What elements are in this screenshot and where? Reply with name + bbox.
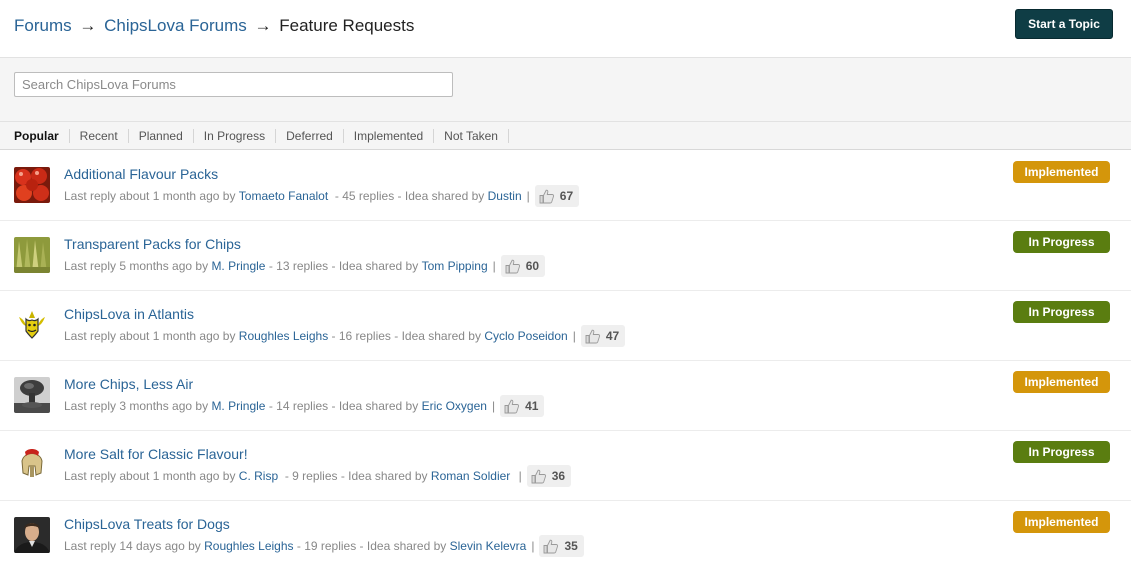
topic-title-link[interactable]: Transparent Packs for Chips	[64, 236, 241, 252]
replies-text: - 16 replies - Idea shared by	[331, 329, 481, 343]
topic-meta: Last reply about 1 month ago by Roughles…	[64, 325, 626, 347]
tab-planned[interactable]: Planned	[129, 128, 194, 143]
idea-author-link[interactable]: Eric Oxygen	[422, 399, 487, 413]
tomatoes-avatar[interactable]	[14, 167, 50, 203]
topic-meta: Last reply about 1 month ago by C. Risp …	[64, 465, 572, 487]
idea-author-link[interactable]: Roman Soldier	[431, 469, 510, 483]
last-reply-text: Last reply 3 months ago by	[64, 399, 209, 413]
breadcrumb-chipslova-link[interactable]: ChipsLova Forums	[104, 16, 247, 35]
topic-row: Additional Flavour Packs Last reply abou…	[0, 151, 1131, 221]
replies-text: - 45 replies - Idea shared by	[334, 189, 485, 203]
filter-tabs: Popular Recent Planned In Progress Defer…	[0, 122, 1131, 150]
topic-row: More Salt for Classic Flavour! Last repl…	[0, 431, 1131, 501]
trident-emblem-avatar[interactable]	[14, 307, 50, 343]
breadcrumb: Forums → ChipsLova Forums → Feature Requ…	[14, 16, 414, 36]
start-topic-button[interactable]: Start a Topic	[1015, 9, 1113, 39]
search-input[interactable]	[14, 72, 453, 97]
roman-helmet-avatar[interactable]	[14, 447, 50, 483]
vote-count: 47	[605, 329, 620, 343]
replies-text: - 13 replies - Idea shared by	[268, 259, 419, 273]
vote-count: 67	[559, 189, 574, 203]
vote-count: 41	[525, 399, 539, 413]
topic-title-link[interactable]: More Salt for Classic Flavour!	[64, 446, 248, 462]
topic-meta: Last reply 3 months ago by M. Pringle - …	[64, 395, 545, 417]
last-reply-text: Last reply about 1 month ago by	[64, 189, 236, 203]
topic-title-link[interactable]: More Chips, Less Air	[64, 376, 193, 392]
last-reply-text: Last reply 14 days ago by	[64, 539, 201, 553]
vote-button[interactable]: 36	[526, 465, 572, 487]
topic-title-link[interactable]: Additional Flavour Packs	[64, 166, 218, 182]
thumbs-up-icon	[531, 469, 546, 483]
status-badge: Implemented	[1013, 371, 1110, 393]
status-badge: Implemented	[1013, 511, 1110, 533]
last-reply-text: Last reply about 1 month ago by	[64, 329, 236, 343]
mushroom-cloud-avatar[interactable]	[14, 377, 50, 413]
last-reply-user-link[interactable]: C. Risp	[239, 469, 278, 483]
breadcrumb-forums-link[interactable]: Forums	[14, 16, 72, 35]
chips-avatar[interactable]	[14, 237, 50, 273]
topic-row: ChipsLova in Atlantis Last reply about 1…	[0, 291, 1131, 361]
replies-text: - 14 replies - Idea shared by	[268, 399, 419, 413]
breadcrumb-separator: →	[79, 16, 97, 35]
tab-in-progress[interactable]: In Progress	[194, 128, 277, 143]
idea-author-link[interactable]: Tom Pipping	[422, 259, 488, 273]
topic-list: Additional Flavour Packs Last reply abou…	[0, 151, 1131, 565]
tab-not-taken[interactable]: Not Taken	[434, 128, 509, 143]
last-reply-text: Last reply about 1 month ago by	[64, 469, 236, 483]
topic-title-link[interactable]: ChipsLova in Atlantis	[64, 306, 194, 322]
vote-button[interactable]: 35	[539, 535, 584, 557]
breadcrumb-current: Feature Requests	[279, 16, 415, 35]
thumbs-up-icon	[539, 189, 554, 203]
last-reply-user-link[interactable]: M. Pringle	[211, 259, 265, 273]
vote-button[interactable]: 67	[534, 185, 580, 207]
tab-popular[interactable]: Popular	[14, 128, 70, 143]
thumbs-up-icon	[505, 259, 520, 273]
topic-row: ChipsLova Treats for Dogs Last reply 14 …	[0, 501, 1131, 565]
replies-text: - 19 replies - Idea shared by	[296, 539, 447, 553]
last-reply-text: Last reply 5 months ago by	[64, 259, 209, 273]
top-bar: Forums → ChipsLova Forums → Feature Requ…	[0, 0, 1131, 58]
thumbs-up-icon	[544, 539, 559, 553]
status-badge: Implemented	[1013, 161, 1110, 183]
idea-author-link[interactable]: Dustin	[488, 189, 522, 203]
vote-count: 35	[564, 539, 578, 553]
person-photo-avatar[interactable]	[14, 517, 50, 553]
last-reply-user-link[interactable]: Tomaeto Fanalot	[239, 189, 328, 203]
topic-meta: Last reply 14 days ago by Roughles Leigh…	[64, 535, 584, 557]
last-reply-user-link[interactable]: Roughles Leighs	[204, 539, 293, 553]
replies-text: - 9 replies - Idea shared by	[284, 469, 428, 483]
vote-count: 36	[551, 469, 566, 483]
tab-deferred[interactable]: Deferred	[276, 128, 344, 143]
topic-title-link[interactable]: ChipsLova Treats for Dogs	[64, 516, 230, 532]
topic-meta: Last reply about 1 month ago by Tomaeto …	[64, 185, 580, 207]
idea-author-link[interactable]: Slevin Kelevra	[450, 539, 527, 553]
idea-author-link[interactable]: Cyclo Poseidon	[484, 329, 567, 343]
tab-implemented[interactable]: Implemented	[344, 128, 435, 143]
thumbs-up-icon	[504, 399, 520, 413]
last-reply-user-link[interactable]: M. Pringle	[211, 399, 265, 413]
topic-meta: Last reply 5 months ago by M. Pringle - …	[64, 255, 546, 277]
vote-button[interactable]: 41	[500, 395, 545, 417]
tab-recent[interactable]: Recent	[70, 128, 129, 143]
topic-row: More Chips, Less Air Last reply 3 months…	[0, 361, 1131, 431]
vote-count: 60	[525, 259, 540, 273]
vote-button[interactable]: 60	[500, 255, 546, 277]
last-reply-user-link[interactable]: Roughles Leighs	[239, 329, 328, 343]
topic-row: Transparent Packs for Chips Last reply 5…	[0, 221, 1131, 291]
status-badge: In Progress	[1013, 231, 1110, 253]
vote-button[interactable]: 47	[580, 325, 626, 347]
status-badge: In Progress	[1013, 441, 1110, 463]
breadcrumb-separator: →	[254, 16, 272, 35]
status-badge: In Progress	[1013, 301, 1110, 323]
thumbs-up-icon	[585, 329, 600, 343]
search-bar	[0, 58, 1131, 122]
